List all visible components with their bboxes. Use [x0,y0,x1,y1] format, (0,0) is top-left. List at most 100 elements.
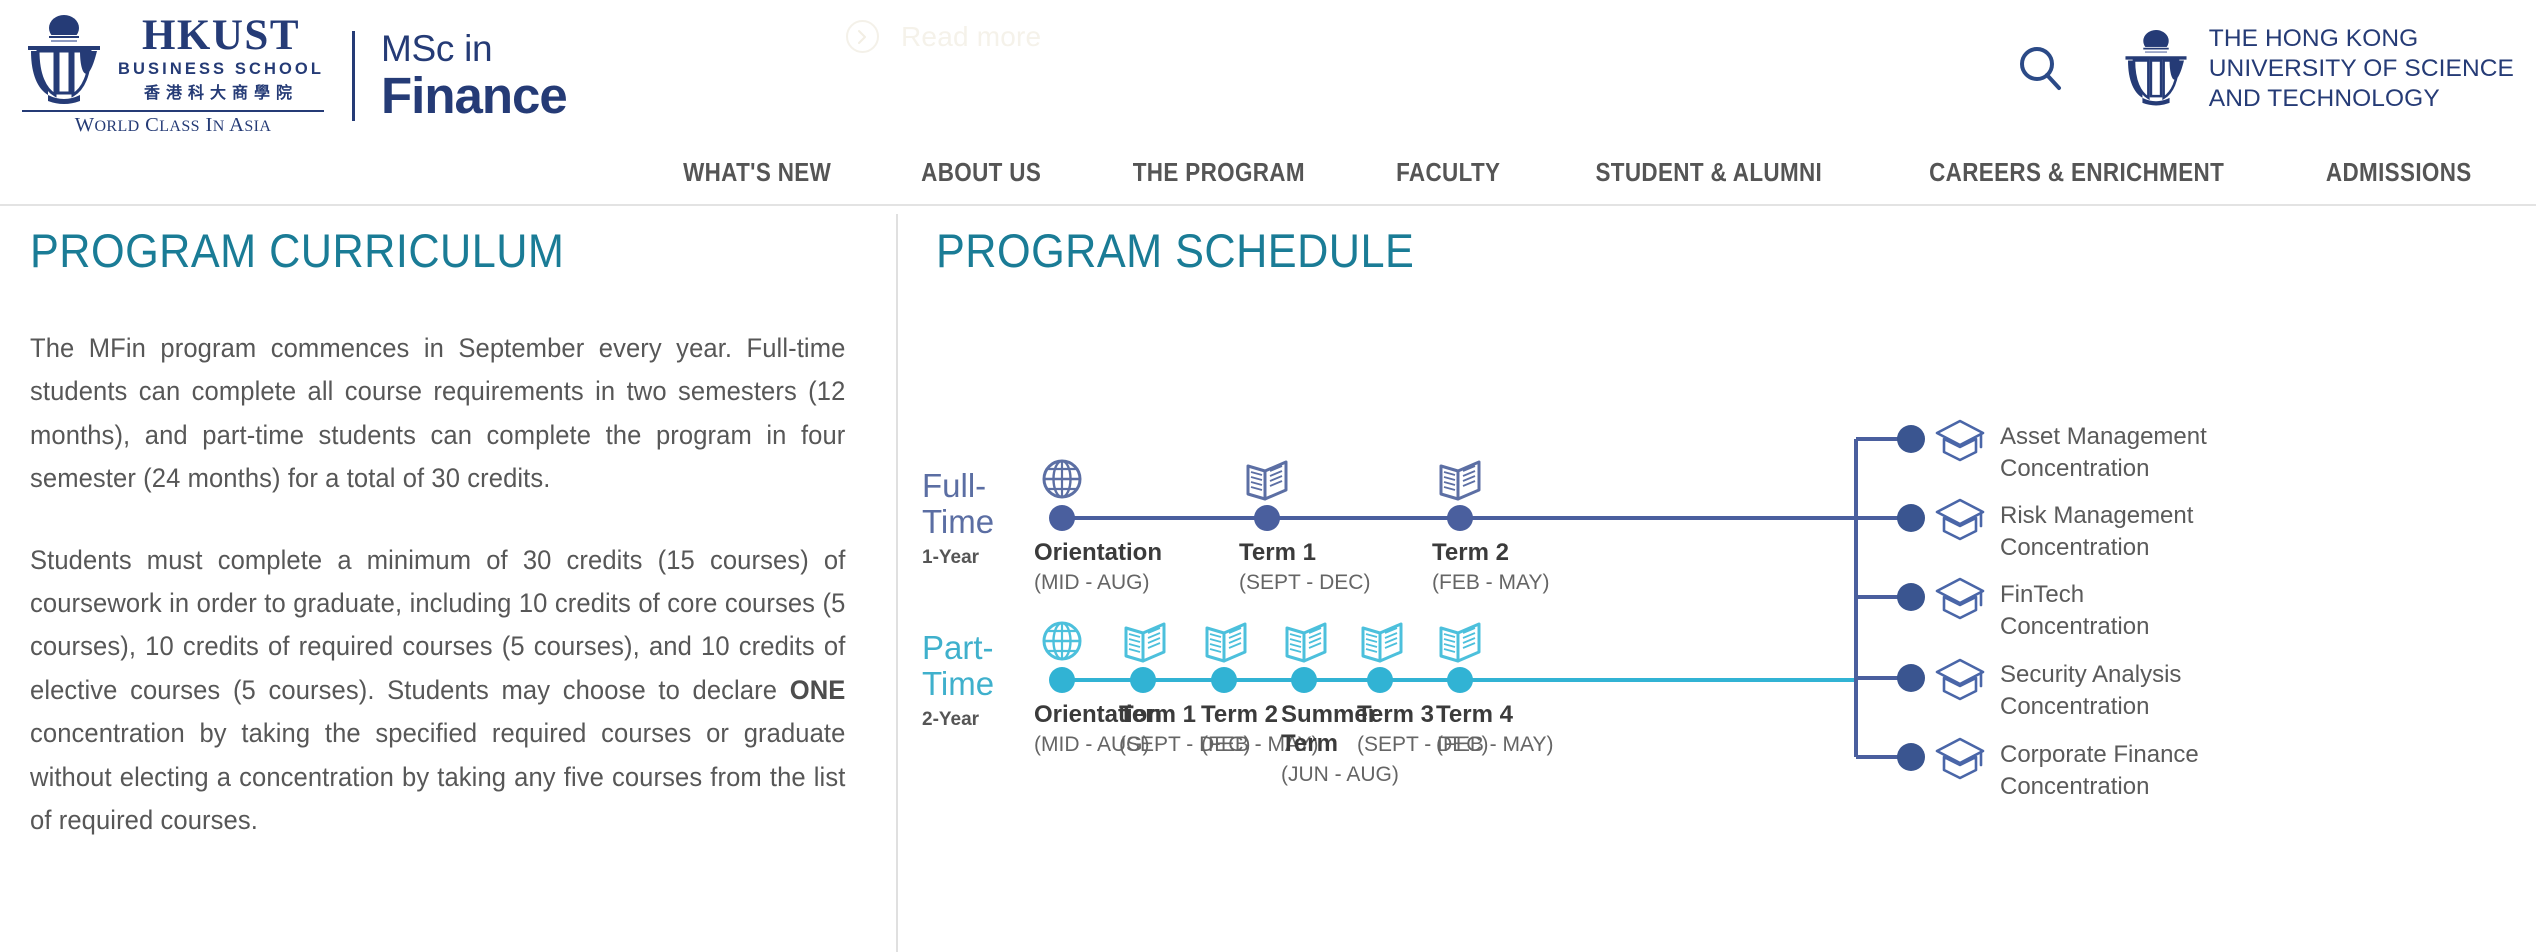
program-wordmark[interactable]: MSc in Finance [381,28,568,125]
university-wordmark: THE HONG KONG UNIVERSITY OF SCIENCE AND … [2209,24,2514,114]
concentration-dot-3 [1897,583,1925,611]
university-wordmark-line3: AND TECHNOLOGY [2208,84,2440,112]
full-time-node-term2-title: Term 2 [1432,539,1509,566]
part-time-node-term4-title: Term 4 [1436,701,1513,728]
open-book-icon [1361,622,1403,663]
brand-rule [22,109,325,112]
full-time-node-orientation: Orientation (MID - AUG) [1034,538,1162,597]
nav-item-student-alumni[interactable]: STUDENT & ALUMNI [1563,159,1853,188]
hkust-wordmark: HKUST [141,12,301,59]
concentration-4-line1: Security Analysis [2000,661,2182,688]
part-time-track-label: Part- Time 2-Year [922,630,1052,731]
open-book-icon [1124,622,1166,663]
full-time-label-line1: Full- [922,467,987,504]
program-wordmark-line1: MSc in [381,28,493,70]
concentration-dot-4 [1897,664,1925,692]
curriculum-paragraph-2b: concentration by taking the specified re… [30,718,846,836]
part-time-node-dot-term2 [1211,667,1237,693]
curriculum-paragraph-2: Students must complete a minimum of 30 c… [30,539,845,843]
concentration-2-line1: Risk Management [2000,502,2194,529]
brand-lockup[interactable]: HKUST BUSINESS SCHOOL 香港科大商學院 WORLD CLAS… [22,12,568,137]
curriculum-emphasis-one: ONE [789,674,846,705]
full-time-label-line2: Time [922,502,995,540]
concentration-3-line1: FinTech [2000,581,2085,608]
full-time-duration: 1-Year [922,547,980,569]
concentration-item-corporate-finance: Corporate Finance Concentration [2000,739,2199,803]
nav-item-whats-new[interactable]: WHAT'S NEW [651,159,862,188]
part-time-node-dot-term3 [1367,667,1393,693]
nav-item-admissions[interactable]: ADMISSIONS [2295,159,2504,188]
open-book-icon [1246,460,1288,501]
main-content: PROGRAM CURRICULUM The MFin program comm… [0,206,2536,952]
hkust-shield-icon [2125,29,2187,106]
nav-item-the-program[interactable]: THE PROGRAM [1101,159,1337,188]
schedule-graphic [1042,419,1985,780]
part-time-label-line2: Time [922,664,995,702]
concentration-item-asset-management: Asset Management Concentration [2000,421,2207,485]
full-time-track-label: Full- Time 1-Year [922,468,1052,569]
university-wordmark-line1: THE HONG KONG [2208,25,2419,52]
program-schedule-section: PROGRAM SCHEDULE Full- Time 1-Year Orien… [922,206,2516,952]
part-time-node-dot-summer [1291,667,1317,693]
hkust-business-school-logo[interactable]: HKUST BUSINESS SCHOOL 香港科大商學院 WORLD CLAS… [22,12,325,137]
open-book-icon [1439,460,1481,501]
full-time-node-term1-period: (SEPT - DEC) [1239,571,1371,595]
concentration-4-line2: Concentration [2000,692,2150,720]
column-divider [896,214,898,952]
page-title-curriculum: PROGRAM CURRICULUM [30,224,565,277]
concentration-5-line1: Corporate Finance [2000,741,2199,768]
part-time-node-term4-period: (FEB - MAY) [1436,733,1554,757]
full-time-node-orientation-period: (MID - AUG) [1034,571,1150,595]
search-icon[interactable] [2014,42,2068,96]
brand-divider [352,30,356,121]
curriculum-paragraph-1: The MFin program commences in September … [30,332,846,494]
full-time-node-orientation-title: Orientation [1034,539,1163,566]
curriculum-paragraph-2a: Students must complete a minimum of 30 c… [30,544,846,705]
business-school-wordmark: BUSINESS SCHOOL [118,60,325,78]
program-wordmark-line2: Finance [381,67,568,125]
part-time-node-dot-orientation [1049,667,1075,693]
full-time-node-term2: Term 2 (FEB - MAY) [1432,538,1549,597]
concentration-item-risk-management: Risk Management Concentration [2000,500,2193,564]
graduation-cap-icon [1935,737,1985,780]
concentration-dot-1 [1897,425,1925,453]
concentration-2-line2: Concentration [2000,533,2150,561]
open-book-icon [1439,622,1481,663]
program-curriculum-section: PROGRAM CURRICULUM The MFin program comm… [30,206,860,843]
hkust-university-logo[interactable]: THE HONG KONG UNIVERSITY OF SCIENCE AND … [2120,24,2514,114]
part-time-node-summer-period: (JUN - AUG) [1281,762,1399,786]
part-time-node-term4: Term 4 (FEB - MAY) [1436,700,1553,759]
part-time-label-line1: Part- [922,629,994,666]
graduation-cap-icon [1935,419,1985,462]
full-time-node-term1: Term 1 (SEPT - DEC) [1239,538,1370,597]
full-time-node-term2-period: (FEB - MAY) [1432,571,1550,595]
concentration-dot-2 [1897,504,1925,532]
business-school-chinese: 香港科大商學院 [144,84,299,102]
part-time-duration: 2-Year [922,709,980,731]
full-time-node-term1-title: Term 1 [1239,539,1316,566]
concentration-1-line1: Asset Management [2000,423,2207,450]
concentration-1-line2: Concentration [2000,454,2150,482]
part-time-node-dot-term1 [1130,667,1156,693]
university-wordmark-line2: UNIVERSITY OF SCIENCE [2208,54,2514,82]
hkust-shield-icon [28,14,100,104]
main-navigation: WHAT'S NEW ABOUT US THE PROGRAM FACULTY … [0,142,2536,204]
header-bottom-rule [0,204,2536,206]
concentration-item-fintech: FinTech Concentration [2000,579,2149,643]
full-time-node-dot-term2 [1447,505,1473,531]
part-time-node-dot-term4 [1447,667,1473,693]
open-book-icon [1205,622,1247,663]
header-right-group: THE HONG KONG UNIVERSITY OF SCIENCE AND … [2014,24,2514,114]
graduation-cap-icon [1935,498,1985,541]
open-book-icon [1285,622,1327,663]
concentration-item-security-analysis: Security Analysis Concentration [2000,659,2181,723]
concentration-dot-5 [1897,743,1925,771]
full-time-node-dot-orientation [1049,505,1075,531]
concentration-5-line2: Concentration [2000,772,2150,800]
concentration-3-line2: Concentration [2000,612,2150,640]
site-header: HKUST BUSINESS SCHOOL 香港科大商學院 WORLD CLAS… [0,0,2536,142]
full-time-node-dot-term1 [1254,505,1280,531]
nav-item-faculty[interactable]: FACULTY [1365,159,1533,188]
nav-item-about-us[interactable]: ABOUT US [890,159,1073,188]
nav-item-careers-enrichment[interactable]: CAREERS & ENRICHMENT [1898,159,2256,188]
